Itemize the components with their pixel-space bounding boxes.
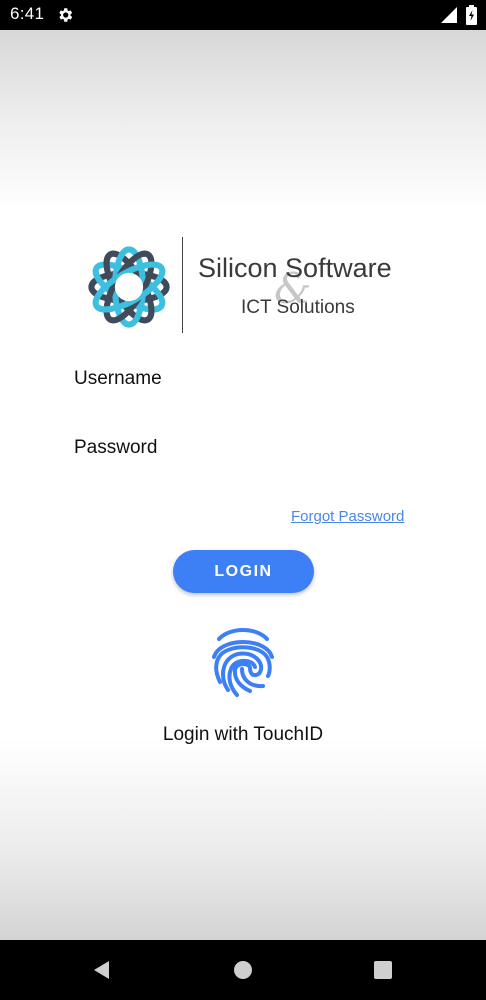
battery-icon — [466, 5, 477, 25]
navigation-bar — [0, 940, 486, 1000]
forgot-password-link[interactable]: Forgot Password — [291, 508, 404, 525]
status-bar: 6:41 — [0, 0, 486, 30]
recents-icon[interactable] — [373, 960, 393, 980]
back-icon[interactable] — [92, 960, 112, 980]
touchid-label: Login with TouchID — [162, 724, 324, 745]
login-button[interactable]: LOGIN — [173, 550, 314, 593]
signal-icon — [441, 7, 457, 23]
status-time: 6:41 — [10, 4, 45, 23]
password-label: Password — [74, 437, 158, 458]
logo-mark-icon — [88, 246, 170, 328]
password-field[interactable] — [74, 465, 412, 489]
logo-subtitle: ICT Solutions — [241, 297, 355, 318]
logo-divider — [182, 237, 183, 333]
username-label: Username — [74, 368, 162, 389]
gear-icon — [59, 8, 73, 22]
username-field[interactable] — [74, 396, 412, 420]
login-screen: & Silicon Software ICT Solutions Usernam… — [0, 30, 486, 940]
fingerprint-icon[interactable] — [210, 624, 276, 698]
logo-title: Silicon Software — [198, 253, 392, 283]
home-icon[interactable] — [233, 960, 253, 980]
company-logo: & Silicon Software ICT Solutions — [82, 237, 412, 337]
